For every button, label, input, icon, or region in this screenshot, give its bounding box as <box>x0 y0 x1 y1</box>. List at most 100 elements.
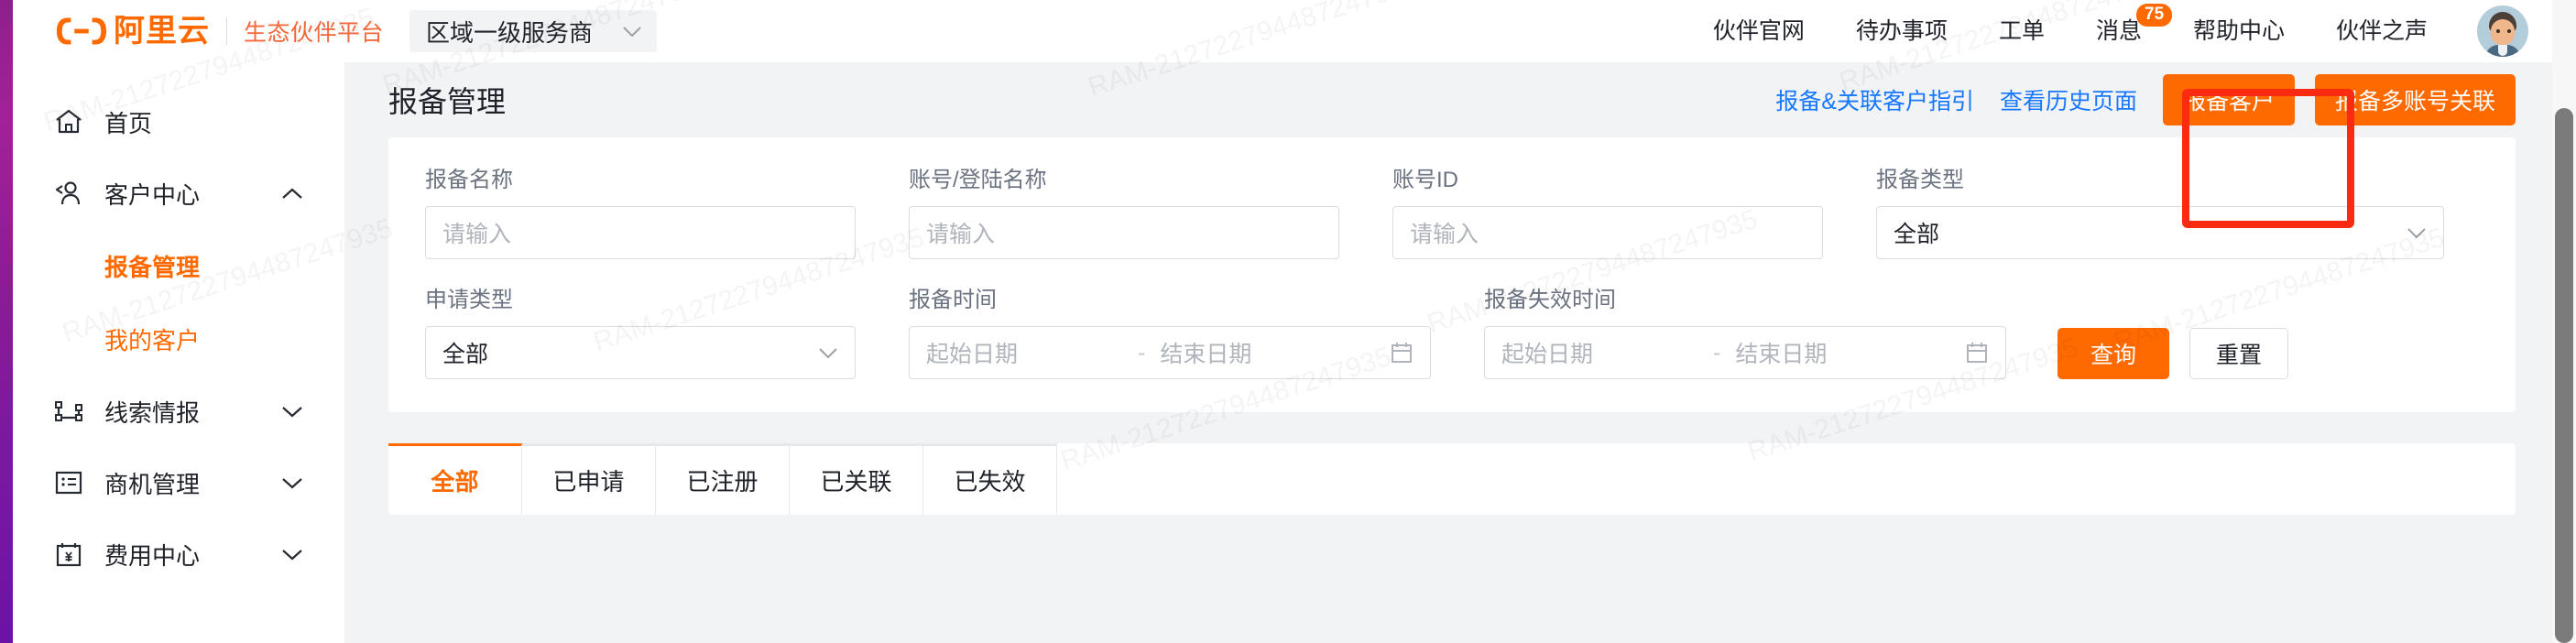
region-selector[interactable]: 区域一级服务商 <box>409 10 658 52</box>
page-title: 报备管理 <box>388 85 507 118</box>
sidebar-item-customer-center[interactable]: 客户中心 <box>13 158 344 229</box>
report-type-select[interactable]: 全部 <box>1876 206 2444 259</box>
chevron-down-icon <box>282 477 302 488</box>
tab-panel: 全部 已申请 已注册 已关联 已失效 <box>388 443 2516 515</box>
filter-actions: 查询 重置 <box>2058 328 2289 379</box>
brand-block[interactable]: 阿里云 生态伙伴平台 <box>55 15 384 48</box>
sidebar-subitem-label: 我的客户 <box>104 326 201 354</box>
brand-divider <box>226 17 227 45</box>
filter-panel: 报备名称 请输入 账号/登陆名称 请输入 账号ID 请输入 报备类型 全部 申请… <box>388 137 2516 412</box>
reset-button[interactable]: 重置 <box>2189 328 2289 379</box>
topnav-item-help-center[interactable]: 帮助中心 <box>2167 0 2310 62</box>
page-header-actions: 报备&关联客户指引 查看历史页面 报备客户 报备多账号关联 <box>1775 74 2516 125</box>
filter-field-report-name: 报备名称 请输入 <box>425 161 856 259</box>
sidebar-item-lead-intelligence[interactable]: 线索情报 <box>13 376 344 447</box>
topnav-label: 待办事项 <box>1855 18 1948 44</box>
chevron-up-icon <box>282 188 302 199</box>
sidebar-item-billing-center[interactable]: 费用中心 <box>13 518 344 590</box>
app-root: RAM-212722794487247935 RAM-2127227944872… <box>0 0 2576 643</box>
topnav-item-partner-voice[interactable]: 伙伴之声 <box>2310 0 2453 62</box>
sidebar-item-report-management[interactable]: 报备管理 <box>13 229 344 302</box>
tab-label: 已关联 <box>820 468 892 496</box>
tab-label: 已申请 <box>552 468 625 496</box>
tab-applied[interactable]: 已申请 <box>522 443 656 515</box>
yen-calendar-icon <box>56 543 82 567</box>
page-header: 报备管理 报备&关联客户指引 查看历史页面 报备客户 报备多账号关联 <box>344 62 2552 228</box>
filter-label: 申请类型 <box>425 288 513 312</box>
filter-label: 报备时间 <box>909 288 997 312</box>
avatar-eye-left <box>2496 29 2500 33</box>
topnav-label: 工单 <box>1998 18 2045 44</box>
filter-field-application-type: 申请类型 全部 <box>425 281 856 379</box>
account-id-input[interactable]: 请输入 <box>1392 206 1823 259</box>
filter-field-account-id: 账号ID 请输入 <box>1392 161 1823 259</box>
report-customer-button[interactable]: 报备客户 <box>2162 74 2295 125</box>
daterange-separator: - <box>1138 339 1146 365</box>
alibaba-cloud-logo-icon[interactable]: 阿里云 <box>55 16 210 47</box>
tab-label: 已失效 <box>954 468 1026 496</box>
tab-linked[interactable]: 已关联 <box>790 443 923 515</box>
input-placeholder: 请输入 <box>442 222 512 247</box>
report-name-input[interactable]: 请输入 <box>425 206 856 259</box>
brand-subtitle: 生态伙伴平台 <box>244 20 385 46</box>
page-scrollbar-thumb[interactable] <box>2555 108 2573 643</box>
sidebar-subitem-label: 报备管理 <box>104 253 201 281</box>
filter-field-report-type: 报备类型 全部 <box>1876 161 2444 259</box>
tab-registered[interactable]: 已注册 <box>656 443 790 515</box>
topnav-item-messages[interactable]: 消息 75 <box>2070 0 2173 62</box>
tab-label: 全部 <box>431 468 479 496</box>
calendar-icon[interactable] <box>1390 341 1414 365</box>
select-value: 全部 <box>1894 222 1940 247</box>
daterange-inner: 起始日期 - 结束日期 <box>1501 336 1989 369</box>
daterange-start-placeholder[interactable]: 起始日期 <box>1501 336 1698 369</box>
calendar-icon[interactable] <box>1965 341 1989 365</box>
select-value: 全部 <box>442 342 489 367</box>
daterange-separator: - <box>1713 339 1721 365</box>
topnav-item-partner-site[interactable]: 伙伴官网 <box>1687 0 1830 62</box>
chevron-down-icon <box>282 549 302 560</box>
sidebar-item-label: 线索情报 <box>104 398 201 427</box>
report-time-daterange[interactable]: 起始日期 - 结束日期 <box>909 326 1431 379</box>
report-and-link-customer-guide-link[interactable]: 报备&关联客户指引 <box>1775 83 1974 116</box>
view-history-page-link[interactable]: 查看历史页面 <box>2000 83 2137 116</box>
chevron-down-icon <box>2407 227 2426 238</box>
topnav-label: 消息 <box>2095 18 2142 44</box>
alibaba-cloud-logo-mark-icon <box>56 17 107 45</box>
sidebar-item-opportunity-management[interactable]: 商机管理 <box>13 447 344 518</box>
filter-label: 报备类型 <box>1876 168 1964 192</box>
topnav-label: 帮助中心 <box>2192 18 2285 44</box>
tab-all[interactable]: 全部 <box>388 443 522 515</box>
avatar-eye-right <box>2507 29 2511 33</box>
sidebar-item-label: 商机管理 <box>104 470 201 498</box>
report-multi-account-link-button[interactable]: 报备多账号关联 <box>2314 74 2516 125</box>
input-placeholder: 请输入 <box>926 222 996 247</box>
topnav-label: 伙伴官网 <box>1712 18 1805 44</box>
chevron-down-icon <box>819 347 837 358</box>
topnav-label: 伙伴之声 <box>2335 18 2428 44</box>
sidebar-item-home[interactable]: 首页 <box>13 86 344 158</box>
chevron-down-icon <box>282 406 302 417</box>
avatar-collar <box>2498 45 2507 56</box>
main-content: 报备管理 报备&关联客户指引 查看历史页面 报备客户 报备多账号关联 报备名称 … <box>344 62 2552 643</box>
top-header-bar: 阿里云 生态伙伴平台 区域一级服务商 伙伴官网 待办事项 工单 消息 75 帮助… <box>13 0 2552 62</box>
daterange-end-placeholder[interactable]: 结束日期 <box>1735 336 1827 369</box>
top-navigation: 伙伴官网 待办事项 工单 消息 75 帮助中心 伙伴之声 <box>1687 0 2552 62</box>
account-login-name-input[interactable]: 请输入 <box>909 206 1339 259</box>
report-expiry-time-daterange[interactable]: 起始日期 - 结束日期 <box>1484 326 2006 379</box>
filter-label: 账号/登陆名称 <box>909 168 1047 192</box>
home-icon <box>56 109 82 134</box>
topnav-item-tickets[interactable]: 工单 <box>1973 0 2070 62</box>
application-type-select[interactable]: 全部 <box>425 326 856 379</box>
sidebar-item-my-customers[interactable]: 我的客户 <box>13 302 344 376</box>
tab-label: 已注册 <box>686 468 759 496</box>
sidebar: 首页 客户中心 报备管理 我的客户 线索情报 商机管理 费用中心 <box>13 62 344 643</box>
avatar[interactable] <box>2477 5 2528 57</box>
topnav-item-todo[interactable]: 待办事项 <box>1830 0 1973 62</box>
daterange-start-placeholder[interactable]: 起始日期 <box>926 336 1123 369</box>
daterange-inner: 起始日期 - 结束日期 <box>926 336 1414 369</box>
tab-expired[interactable]: 已失效 <box>923 443 1057 515</box>
tab-list: 全部 已申请 已注册 已关联 已失效 <box>388 443 2516 515</box>
daterange-end-placeholder[interactable]: 结束日期 <box>1160 336 1251 369</box>
search-button[interactable]: 查询 <box>2058 328 2170 379</box>
region-selector-value: 区域一级服务商 <box>426 18 594 47</box>
